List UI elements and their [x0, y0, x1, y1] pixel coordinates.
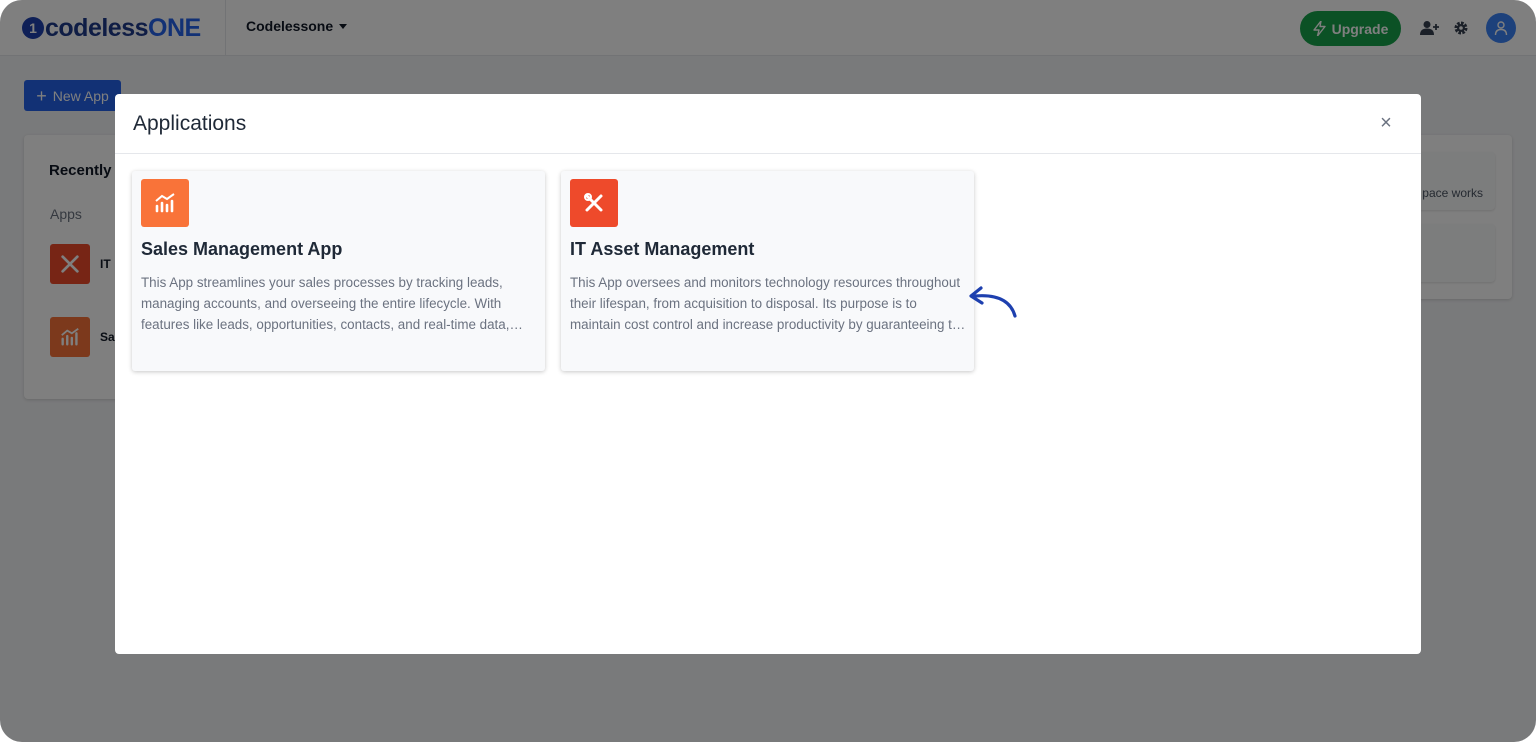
- app-name: Sales Management App: [141, 239, 343, 259]
- app-icon-sales: [141, 179, 189, 227]
- app-description: This App streamlines your sales processe…: [141, 275, 510, 332]
- app-icon-it-asset: [570, 179, 618, 227]
- app-card-it-asset[interactable]: IT Asset Management This App oversees an…: [561, 171, 974, 371]
- app-window: 1 codelessONE Codelessone Upgrade + New …: [0, 0, 1536, 742]
- close-icon[interactable]: ×: [1377, 113, 1395, 133]
- app-name: IT Asset Management: [570, 239, 755, 259]
- modal-title: Applications: [133, 112, 247, 135]
- modal-header: Applications ×: [115, 94, 1421, 154]
- tools-icon: [584, 193, 603, 212]
- pointer-arrow-icon: [969, 286, 1017, 318]
- app-card-sales[interactable]: Sales Management App This App streamline…: [132, 171, 545, 371]
- applications-modal: Applications × Sales Management App This…: [115, 94, 1421, 654]
- chart-icon: [155, 193, 175, 213]
- app-description: This App oversees and monitors technolog…: [570, 275, 967, 332]
